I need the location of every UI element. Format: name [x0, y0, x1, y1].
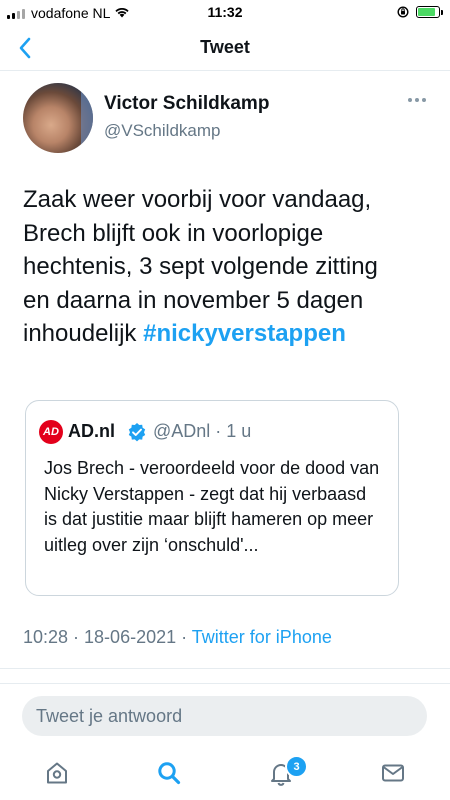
tweet-line: en daarna in november 5 dagen [23, 286, 364, 314]
nav-bar: Tweet [0, 26, 450, 71]
notification-count-badge: 3 [285, 755, 308, 778]
messages-icon [382, 764, 404, 782]
tweet-line: hechtenis, 3 sept volgende zitting [23, 253, 378, 280]
tweet-source-link[interactable]: Twitter for iPhone [192, 627, 332, 647]
reply-input[interactable] [22, 696, 427, 736]
tweet-meta: 10:28 · 18-06-2021 · Twitter for iPhone [23, 627, 332, 648]
quoted-handle-time: @ADnl · 1 u [153, 421, 252, 441]
tab-bar [0, 746, 450, 800]
tab-home[interactable] [42, 758, 72, 788]
tweet-line: inhoudelijk [23, 320, 144, 347]
tweet-line: Zaak weer voorbij voor vandaag, [23, 186, 372, 213]
quoted-author-name: AD.nl [68, 421, 115, 441]
ad-logo: AD [39, 420, 63, 444]
author-handle[interactable]: @VSchildkamp [104, 121, 220, 141]
divider [0, 683, 450, 684]
divider [0, 668, 450, 669]
home-icon [47, 762, 67, 784]
tweet-timestamp: 10:28 · 18-06-2021 · [23, 627, 192, 647]
more-options-icon[interactable] [408, 98, 426, 102]
status-time: 11:32 [207, 4, 243, 20]
rotation-lock-icon [397, 6, 409, 18]
tweet-text: Zaak weer voorbij voor vandaag, Brech bl… [23, 183, 433, 351]
search-icon [158, 762, 181, 785]
tweet-line: Brech blijft ook in voorlopige [23, 219, 324, 247]
hashtag-link[interactable]: #nickyverstappen [143, 320, 346, 347]
status-bar: vodafone NL 11:32 [0, 0, 450, 26]
verified-badge-icon [128, 423, 146, 442]
quoted-tweet[interactable]: AD AD.nl @ADnl · 1 u Jos Brech - veroord… [25, 400, 399, 596]
author-name[interactable]: Victor Schildkamp [104, 93, 269, 115]
page-title: Tweet [200, 37, 250, 57]
tab-search[interactable] [154, 758, 184, 788]
tab-messages[interactable] [378, 758, 408, 788]
quoted-text: Jos Brech - veroordeeld voor de dood van… [44, 458, 380, 555]
avatar[interactable] [23, 83, 93, 153]
battery-icon [416, 6, 440, 18]
